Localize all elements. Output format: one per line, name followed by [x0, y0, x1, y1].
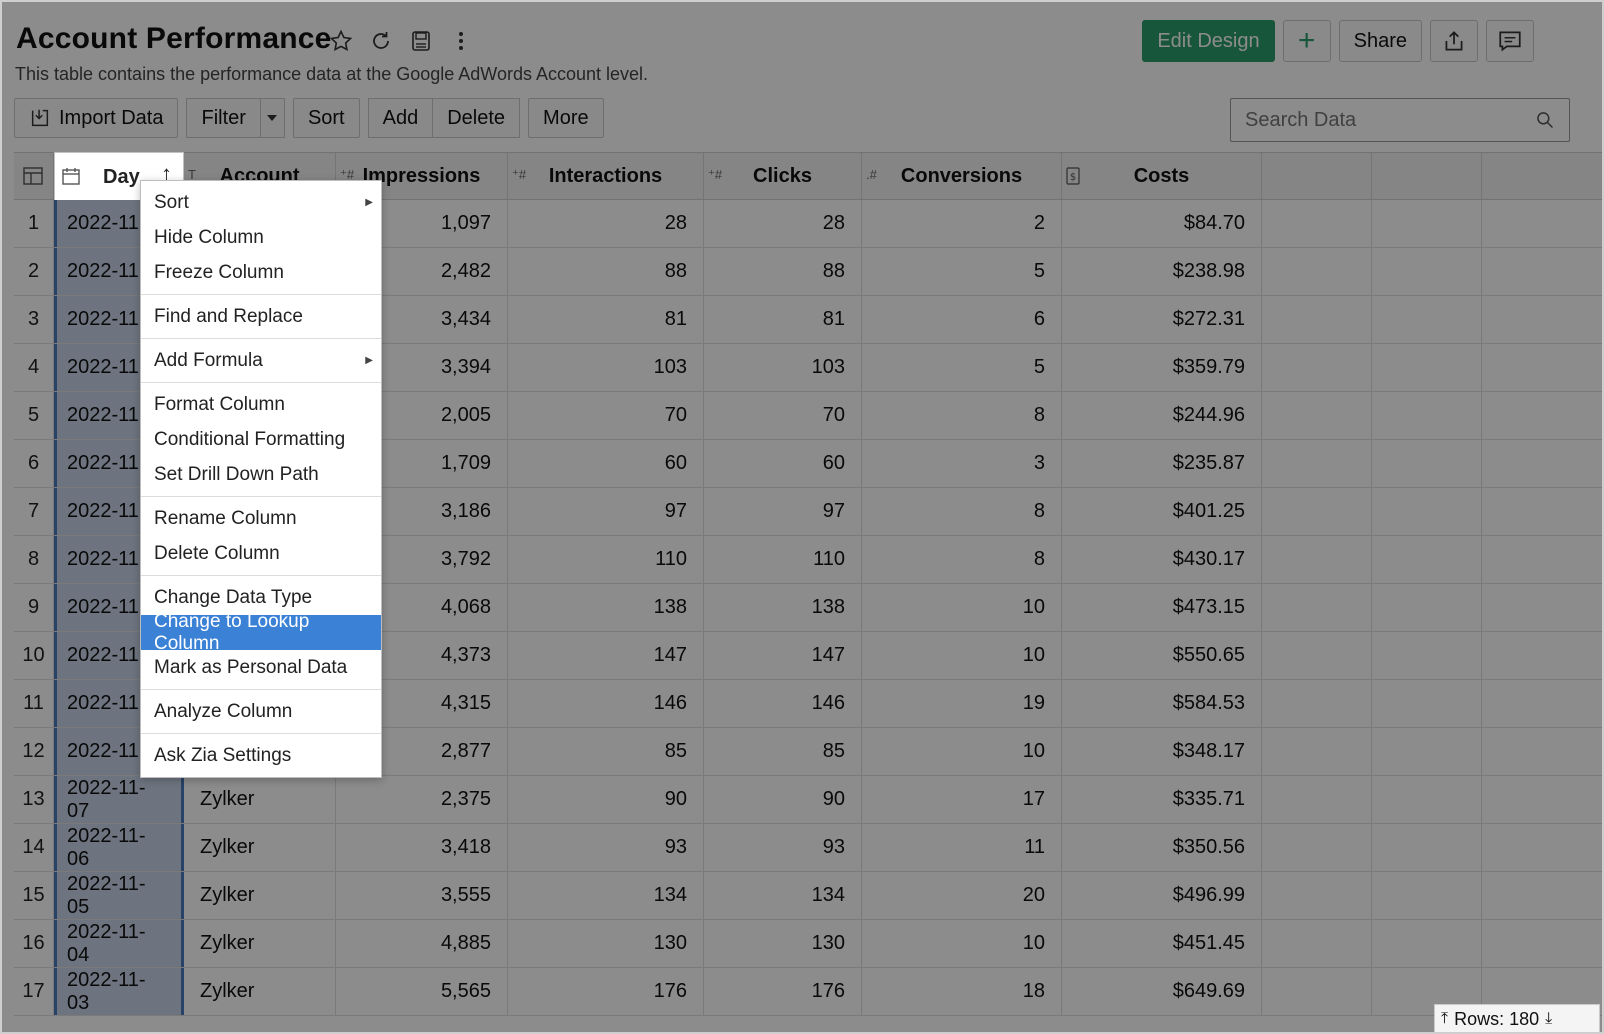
menu-item-sort[interactable]: Sort ▶	[141, 185, 381, 220]
menu-item-label: Add Formula	[154, 349, 263, 371]
menu-separator	[141, 575, 381, 576]
menu-item-drill-down[interactable]: Set Drill Down Path	[141, 457, 381, 492]
menu-item-zia-settings[interactable]: Ask Zia Settings	[141, 738, 381, 773]
menu-item-freeze-column[interactable]: Freeze Column	[141, 255, 381, 290]
scroll-bottom-icon[interactable]: ⤓	[1545, 1010, 1552, 1028]
app-frame: Account Performance This table contains …	[0, 0, 1604, 1034]
menu-item-change-lookup[interactable]: Change to Lookup Column	[141, 611, 381, 654]
menu-item-conditional-formatting[interactable]: Conditional Formatting	[141, 422, 381, 457]
submenu-arrow-icon: ▶	[365, 355, 373, 366]
column-context-menu: Sort ▶ Hide Column Freeze Column Find an…	[140, 180, 382, 778]
menu-item-format-column[interactable]: Format Column	[141, 387, 381, 422]
menu-item-analyze-column[interactable]: Analyze Column	[141, 694, 381, 729]
calendar-icon	[61, 166, 81, 192]
menu-item-hide-column[interactable]: Hide Column	[141, 220, 381, 255]
menu-separator	[141, 689, 381, 690]
menu-separator	[141, 496, 381, 497]
submenu-arrow-icon: ▶	[365, 197, 373, 208]
column-label-day: Day	[103, 166, 140, 188]
menu-separator	[141, 733, 381, 734]
menu-item-label: Sort	[154, 191, 189, 213]
menu-item-rename-column[interactable]: Rename Column	[141, 501, 381, 536]
row-count-badge: ⤒ Rows: 180 ⤓	[1434, 1004, 1600, 1032]
menu-item-mark-personal[interactable]: Mark as Personal Data	[141, 650, 381, 685]
menu-separator	[141, 294, 381, 295]
menu-item-find-replace[interactable]: Find and Replace	[141, 299, 381, 334]
menu-item-delete-column[interactable]: Delete Column	[141, 536, 381, 571]
menu-separator	[141, 382, 381, 383]
menu-separator	[141, 338, 381, 339]
row-count: Rows: 180	[1454, 1008, 1540, 1029]
menu-item-add-formula[interactable]: Add Formula ▶	[141, 343, 381, 378]
scroll-top-icon[interactable]: ⤒	[1441, 1010, 1448, 1028]
